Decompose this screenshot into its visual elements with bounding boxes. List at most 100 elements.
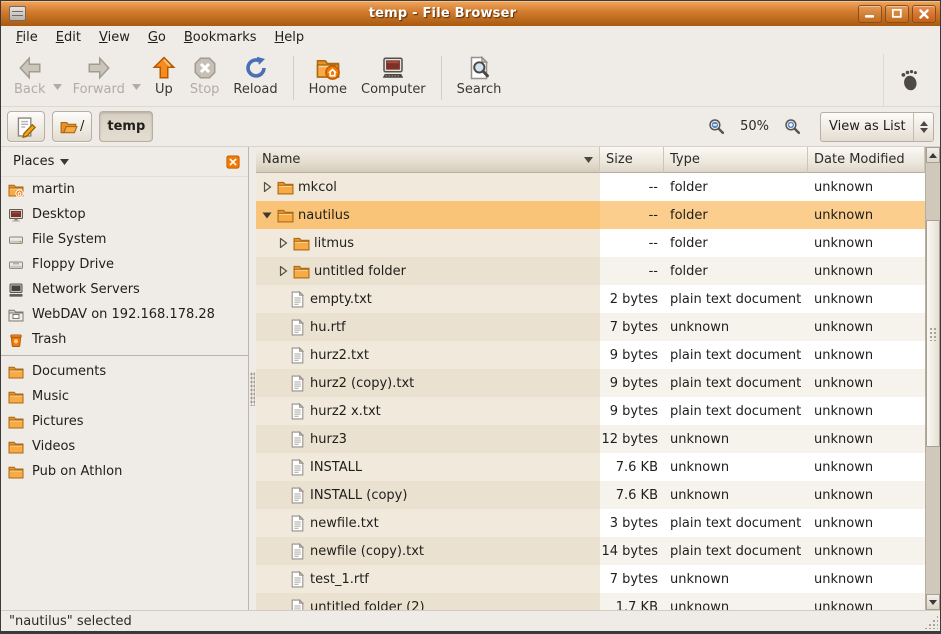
expand-expander-icon[interactable] [260,182,273,192]
scroll-down-button[interactable] [926,594,940,610]
folder-icon [277,207,294,224]
places-sidebar: Places martin DesktopFile SystemFloppy Dr… [1,147,249,610]
sidebar-item-file-system[interactable]: File System [1,227,248,252]
minimize-button[interactable] [858,5,882,23]
menu-go[interactable]: Go [139,28,175,47]
column-header-name[interactable]: Name [256,147,600,173]
table-row[interactable]: empty.txt2 bytesplain text documentunkno… [256,285,925,313]
menu-bookmarks[interactable]: Bookmarks [175,28,266,47]
up-button[interactable]: Up [145,54,183,99]
up-arrow-icon [152,56,176,80]
stop-icon [193,56,217,80]
sidebar-item-floppy-drive[interactable]: Floppy Drive [1,252,248,277]
menu-file[interactable]: File [7,28,47,47]
computer-icon [381,56,405,80]
path-button-temp[interactable]: temp [99,111,153,142]
file-type: unknown [664,453,808,481]
file-name: INSTALL (copy) [310,488,407,503]
file-name: INSTALL [310,460,362,475]
trash-icon [8,332,24,348]
file-type: plain text document [664,369,808,397]
expand-expander-icon[interactable] [276,266,289,276]
menu-view[interactable]: View [90,28,139,47]
sidebar-item-label: Trash [32,332,66,347]
table-row[interactable]: hurz2 (copy).txt9 bytesplain text docume… [256,369,925,397]
table-row[interactable]: untitled folder (2)1.7 KBunknownunknown [256,593,925,610]
table-row[interactable]: INSTALL7.6 KBunknownunknown [256,453,925,481]
resize-grip[interactable] [924,615,938,629]
content-area: Places martin DesktopFile SystemFloppy Dr… [1,146,940,610]
file-rows: mkcol--folderunknown nautilus --folder unkn… [256,173,925,610]
floppy-icon [8,257,24,273]
maximize-button[interactable] [885,5,909,23]
file-icon [289,375,306,392]
scrollbar-thumb[interactable] [926,220,940,447]
sidebar-item-label: Pub on Athlon [32,464,122,479]
titlebar[interactable]: temp - File Browser [1,1,940,26]
sidebar-item-network-servers[interactable]: Network Servers [1,277,248,302]
table-row[interactable]: untitled folder--folderunknown [256,257,925,285]
status-text: "nautilus" selected [9,614,132,629]
table-row[interactable]: INSTALL (copy)7.6 KBunknownunknown [256,481,925,509]
table-row[interactable]: nautilus--folderunknown [256,201,925,229]
view-mode-select[interactable]: View as List [820,112,934,142]
file-name: untitled folder [314,264,406,279]
search-button[interactable]: Search [450,54,509,99]
vertical-scrollbar[interactable] [925,147,940,610]
root-path-button[interactable]: / [52,111,92,142]
table-row[interactable]: litmus--folderunknown [256,229,925,257]
menu-edit[interactable]: Edit [47,28,90,47]
window-icon [9,6,26,21]
sidebar-item-webdav-on-192-168-178-28[interactable]: WebDAV on 192.168.178.28 [1,302,248,327]
table-row[interactable]: hurz312 bytesunknownunknown [256,425,925,453]
column-header-date-modified[interactable]: Date Modified [808,147,925,173]
home-button[interactable]: Home [302,54,354,99]
table-row[interactable]: hurz2.txt9 bytesplain text documentunkno… [256,341,925,369]
zoom-out-icon[interactable] [708,118,725,135]
table-row[interactable]: test_1.rtf7 bytesunknownunknown [256,565,925,593]
file-size: 7 bytes [600,565,664,593]
toggle-location-entry-button[interactable] [7,111,45,142]
stop-button[interactable]: Stop [183,54,227,99]
table-row[interactable]: mkcol--folderunknown [256,173,925,201]
places-selector[interactable]: Places [9,152,73,171]
expand-expander-icon[interactable] [276,238,289,248]
file-type: folder [664,201,808,229]
sidebar-item-martin[interactable]: martin [1,177,248,202]
gnome-foot-icon [898,68,922,92]
column-header-type[interactable]: Type [664,147,808,173]
sidebar-item-music[interactable]: Music [1,384,248,409]
file-size: 9 bytes [600,369,664,397]
file-type: plain text document [664,285,808,313]
close-button[interactable] [912,5,936,23]
scroll-up-button[interactable] [926,147,940,163]
sidebar-item-desktop[interactable]: Desktop [1,202,248,227]
table-row[interactable]: hu.rtf7 bytesunknownunknown [256,313,925,341]
column-header-size[interactable]: Size [600,147,664,173]
sidebar-item-label: martin [32,182,75,197]
file-name: nautilus [298,208,350,223]
table-row[interactable]: newfile.txt3 bytesplain text documentunk… [256,509,925,537]
pane-resize-handle[interactable] [249,147,256,610]
file-size: -- [600,201,664,229]
reload-button[interactable]: Reload [226,54,284,99]
close-sidebar-button[interactable] [226,155,240,169]
computer-button[interactable]: Computer [354,54,433,99]
table-row[interactable]: hurz2 x.txt9 bytesplain text documentunk… [256,397,925,425]
file-name: hurz2.txt [310,348,369,363]
menu-help[interactable]: Help [266,28,314,47]
table-row[interactable]: newfile (copy).txt14 bytesplain text doc… [256,537,925,565]
view-mode-stepper[interactable] [913,113,933,141]
sidebar-item-pictures[interactable]: Pictures [1,409,248,434]
sidebar-item-documents[interactable]: Documents [1,359,248,384]
back-history-dropdown[interactable] [53,79,62,94]
collapse-expander-icon[interactable] [260,210,273,220]
forward-button[interactable]: Forward [66,54,132,99]
sidebar-item-videos[interactable]: Videos [1,434,248,459]
forward-history-dropdown[interactable] [132,79,141,94]
back-button[interactable]: Back [7,54,53,99]
sidebar-item-trash[interactable]: Trash [1,327,248,352]
file-type: unknown [664,313,808,341]
zoom-in-icon[interactable] [784,118,801,135]
sidebar-item-pub-on-athlon[interactable]: Pub on Athlon [1,459,248,484]
